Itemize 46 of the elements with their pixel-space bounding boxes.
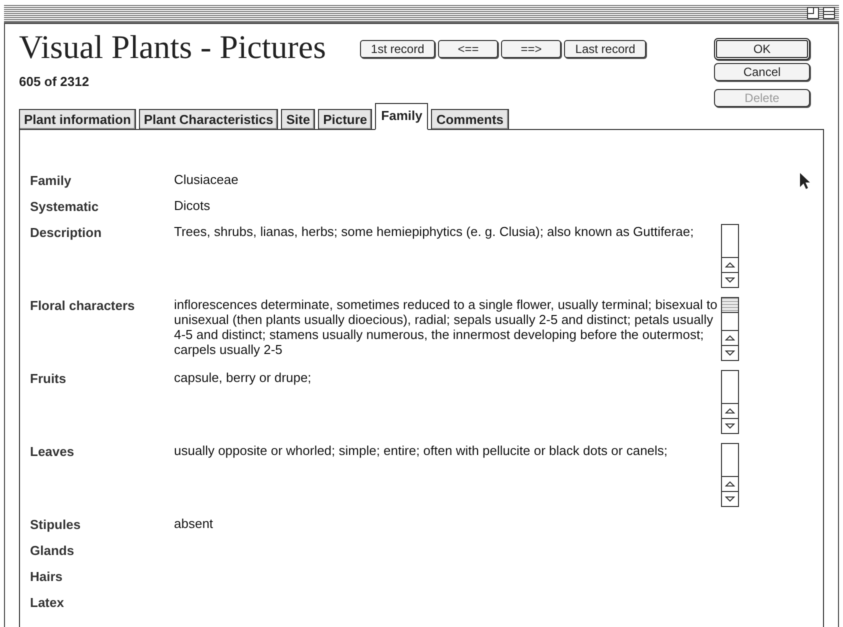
tab[interactable]: Plant information [19,109,136,130]
field-value: inflorescences determinate, sometimes reduced to a single flower, usually terminal; bisexual to unisexual (then plants usually dioecious), radial; sepals usually 2-5 and distinct; petals usually 4-5 and distinct; stamens usually numerous, the innermost developing before the outermost; carpels usually 2-5 [174,297,718,359]
nav-button[interactable]: 1st record [360,40,436,58]
scroll-bar[interactable] [721,443,739,507]
field-label: Fruits [30,370,68,387]
tab[interactable]: Plant Characteristics [138,109,278,130]
field-value: Dicots [174,198,212,214]
field-label: Family [30,172,72,189]
collapse-box-icon[interactable] [823,7,835,19]
field-label: Floral characters [30,297,136,314]
scroll-bar[interactable] [721,224,739,288]
scroll-down-icon[interactable] [725,423,735,429]
nav-button[interactable]: ==> [501,40,562,58]
field-label: Latex [30,594,65,611]
field-label: Systematic [30,198,100,215]
field-label: Hairs [30,568,64,585]
tab[interactable]: Site [281,109,316,130]
field-value: Trees, shrubs, lianas, herbs; some hemiepiphytics (e. g. Clusia); also known as Guttiferae; [174,224,695,241]
scroll-down-icon[interactable] [725,350,735,356]
scroll-down-icon[interactable] [725,277,735,283]
scroll-up-icon[interactable] [725,408,735,414]
window-title: Visual Plants - Pictures [19,29,326,68]
field-value: absent [174,516,214,532]
default-button[interactable]: OK [714,38,810,60]
record-counter: 605 of 2312 [19,74,90,89]
tab[interactable]: Picture [318,109,372,130]
field-label: Glands [30,542,76,559]
field-label: Description [30,224,103,241]
nav-button[interactable]: <== [438,40,498,58]
tab[interactable]: Family [375,103,428,130]
action-button[interactable]: Cancel [714,63,810,81]
scroll-down-icon[interactable] [725,496,735,502]
tab[interactable]: Comments [431,109,509,130]
field-label: Stipules [30,516,82,533]
field-value: usually opposite or whorled; simple; entire; often with pellucite or black dots or canels; [174,443,669,460]
scroll-bar[interactable] [721,297,739,361]
field-value: Clusiaceae [174,172,240,188]
scroll-up-icon[interactable] [725,481,735,487]
nav-button[interactable]: Last record [564,40,646,58]
field-value: capsule, berry or drupe; [174,370,312,387]
scroll-bar[interactable] [721,370,739,434]
scroll-up-icon[interactable] [725,335,735,341]
pointer-icon [799,172,811,190]
field-label: Leaves [30,443,76,460]
scroll-up-icon[interactable] [725,262,735,268]
zoom-box-icon[interactable] [807,7,819,19]
